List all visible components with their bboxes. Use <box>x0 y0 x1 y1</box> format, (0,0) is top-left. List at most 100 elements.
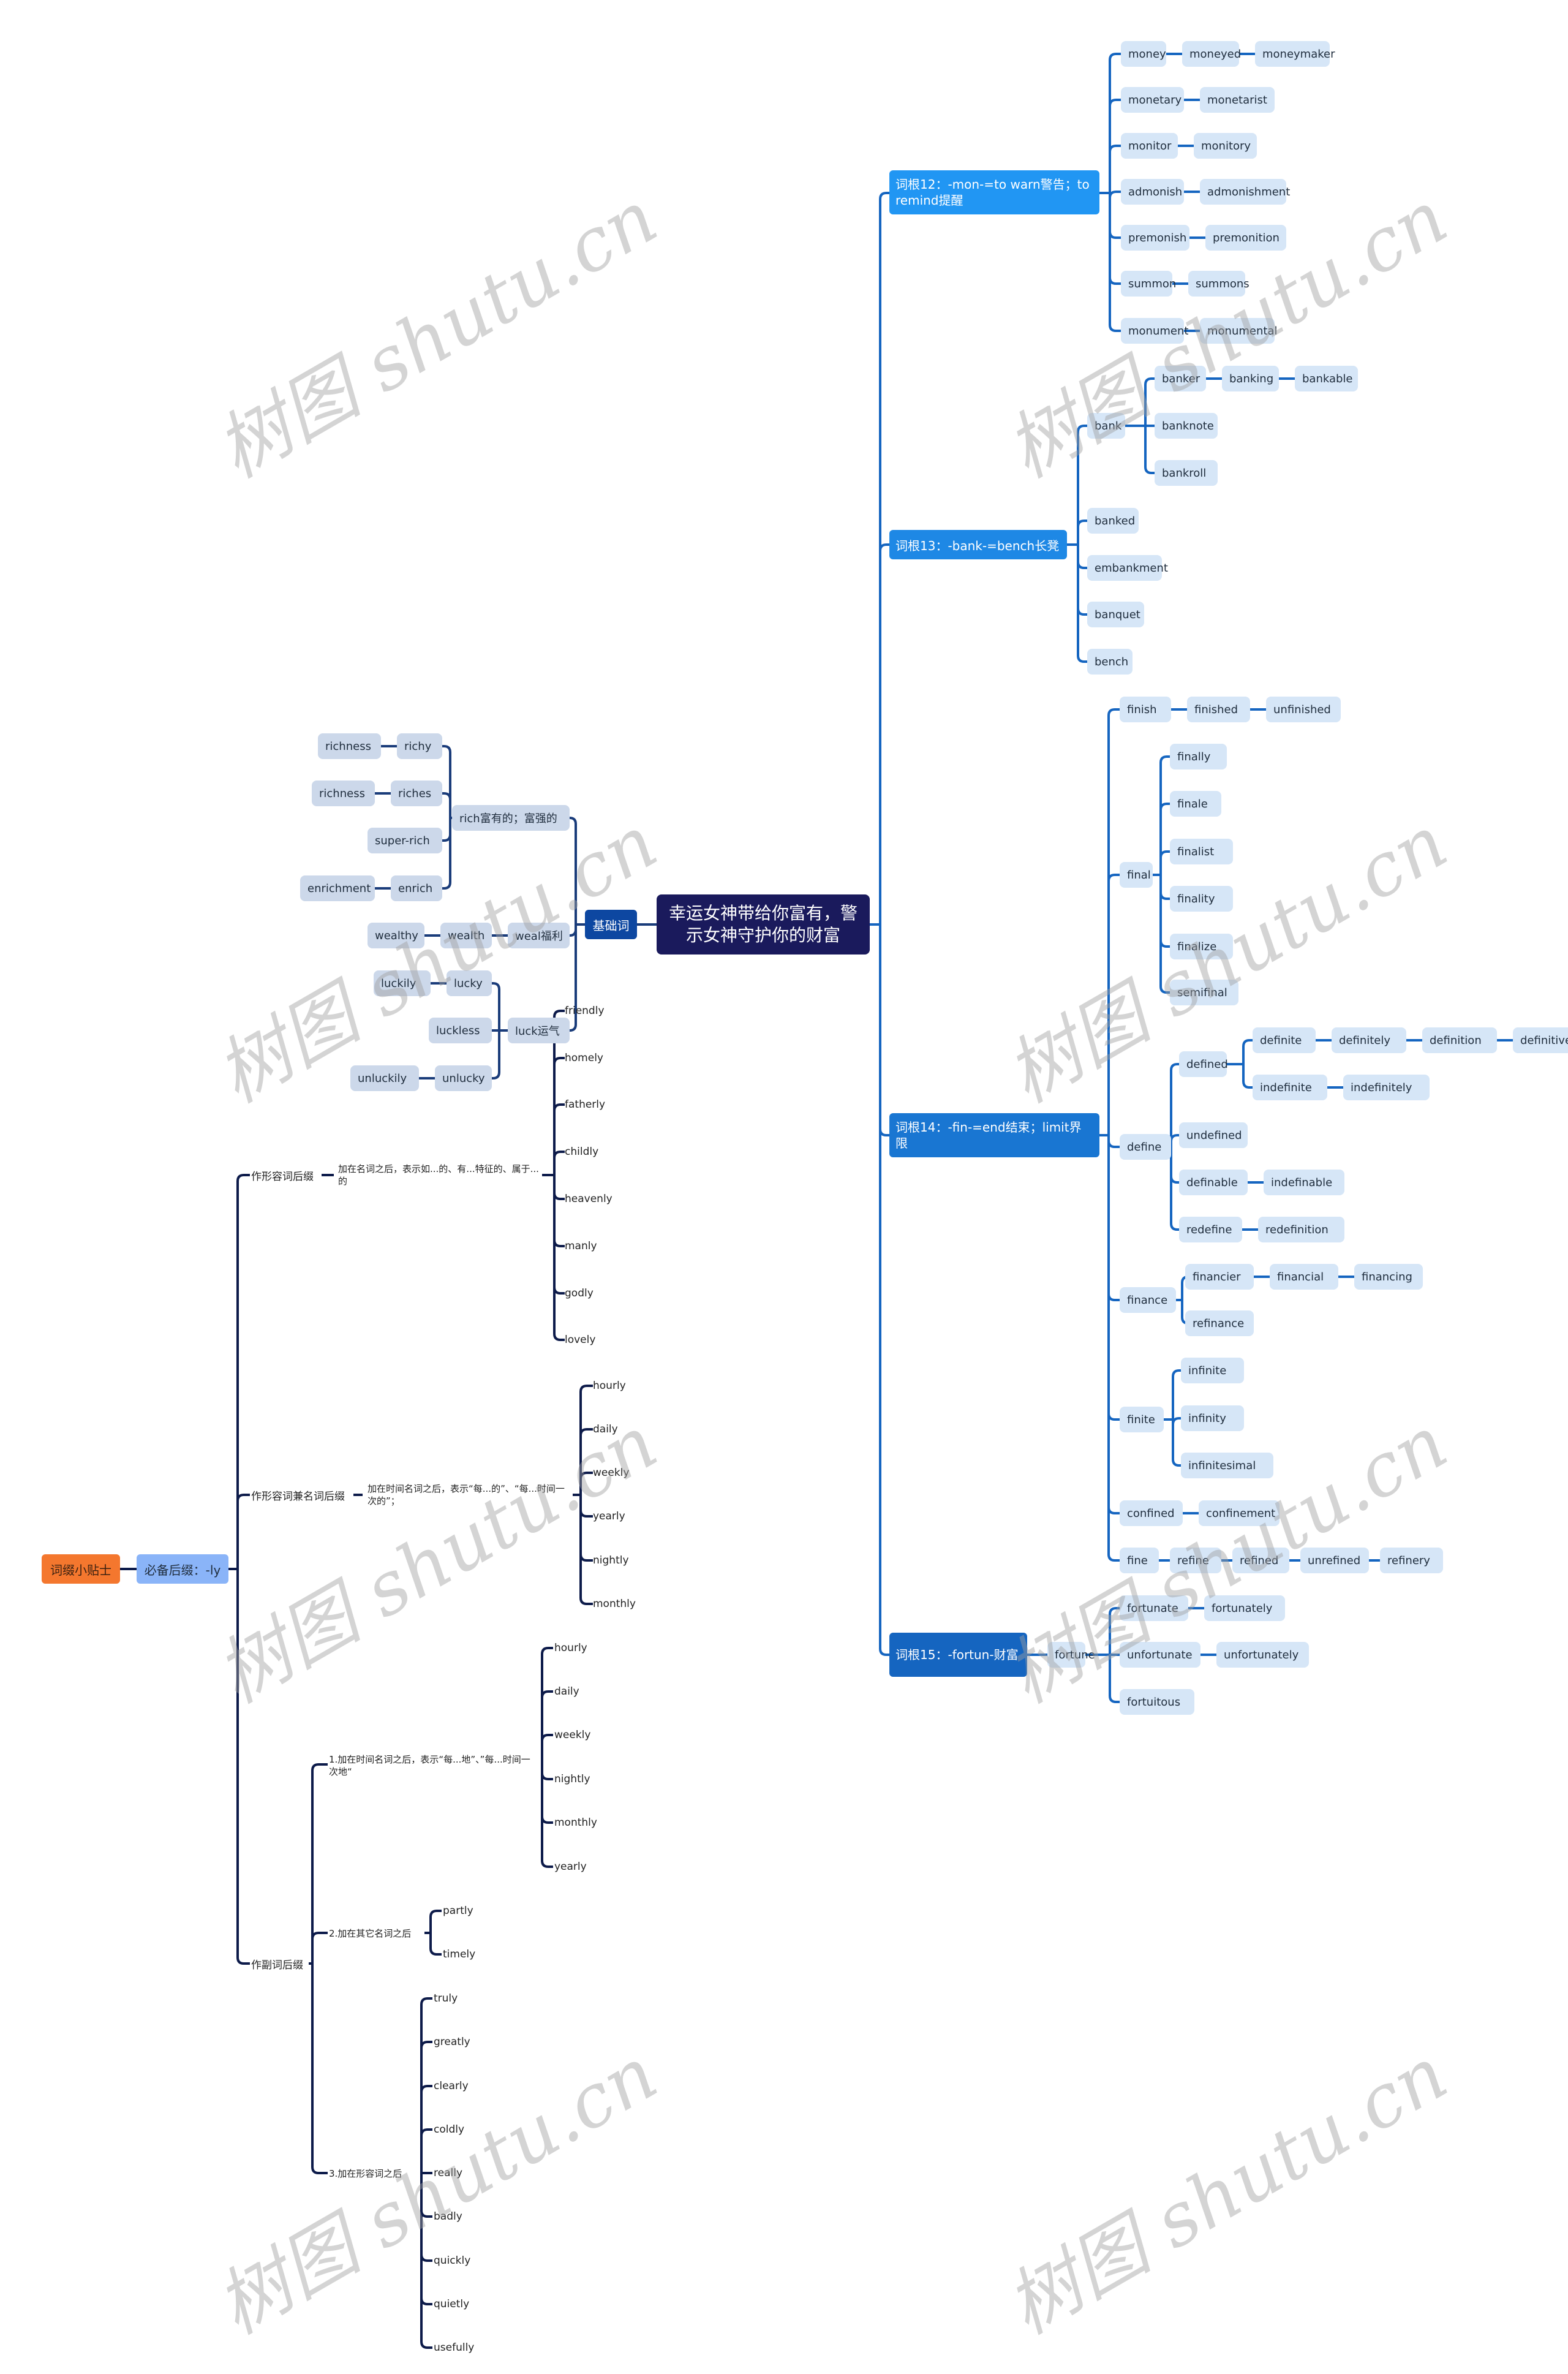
leaf-word[interactable]: unlucky <box>435 1065 492 1091</box>
word-item[interactable]: childly <box>565 1143 606 1161</box>
leaf-word[interactable]: unfortunately <box>1216 1642 1309 1668</box>
leaf-word[interactable]: refinery <box>1380 1548 1443 1573</box>
leaf-word[interactable]: indefinable <box>1264 1170 1344 1195</box>
connector <box>311 1932 328 1964</box>
leaf-word[interactable]: bankable <box>1295 366 1358 391</box>
connector <box>1170 1063 1179 1147</box>
word-item[interactable]: quietly <box>434 2295 475 2313</box>
word-item[interactable]: quickly <box>434 2251 475 2270</box>
leaf-word[interactable]: undefined <box>1179 1122 1248 1148</box>
leaf-word[interactable]: admonishment <box>1200 179 1290 205</box>
leaf-word[interactable]: money <box>1121 41 1166 67</box>
word-item[interactable]: truly <box>434 1989 464 2008</box>
branch-root-13[interactable]: 词根13：-bank-=bench长凳 <box>889 530 1067 559</box>
leaf-word[interactable]: definable <box>1179 1170 1248 1195</box>
word-item[interactable]: monthly <box>593 1595 636 1613</box>
leaf-word[interactable]: infinity <box>1181 1405 1244 1431</box>
suffix-ly-node[interactable]: 必备后缀：-ly <box>137 1554 228 1584</box>
leaf-word[interactable]: defined <box>1179 1051 1228 1077</box>
leaf-word[interactable]: unluckily <box>350 1065 419 1091</box>
leaf-word[interactable]: monetarist <box>1200 87 1275 113</box>
word-item[interactable]: greatly <box>434 2033 475 2051</box>
word-item[interactable]: daily <box>554 1682 584 1701</box>
leaf-word[interactable]: finish <box>1120 697 1171 722</box>
connector <box>1107 1135 1120 1514</box>
leaf-word[interactable]: premonish <box>1121 225 1189 251</box>
leaf-word[interactable]: moneyed <box>1182 41 1241 67</box>
word-item[interactable]: weekly <box>554 1726 590 1744</box>
root-topic[interactable]: 幸运女神带给你富有，警示女神守护你的财富 <box>657 894 870 955</box>
leaf-word[interactable]: refinance <box>1185 1310 1254 1336</box>
category-label[interactable]: 作形容词兼名词后缀 <box>251 1486 349 1504</box>
leaf-word[interactable]: finale <box>1170 791 1221 817</box>
leaf-word[interactable]: banquet <box>1087 602 1144 627</box>
branch-root-14[interactable]: 词根14：-fin-=end结束；limit界限 <box>889 1113 1099 1157</box>
word-item[interactable]: homely <box>565 1049 603 1067</box>
leaf-word[interactable]: definitely <box>1332 1027 1406 1053</box>
leaf-word[interactable]: indefinitely <box>1343 1075 1430 1100</box>
leaf-word[interactable]: super-rich <box>368 828 442 853</box>
word-item[interactable]: nightly <box>593 1551 635 1570</box>
leaf-word[interactable]: monitor <box>1121 133 1178 159</box>
leaf-word[interactable]: riches <box>391 781 442 806</box>
leaf-word[interactable]: monitory <box>1194 133 1257 159</box>
leaf-word[interactable]: finalist <box>1170 839 1233 864</box>
connector <box>879 192 889 924</box>
category-note: 加在名词之后，表示如...的、有...特征的、属于...的 <box>338 1163 539 1187</box>
word-item[interactable]: heavenly <box>565 1190 612 1208</box>
word-item[interactable]: clearly <box>434 2077 475 2095</box>
category-label[interactable]: 作形容词后缀 <box>251 1166 317 1184</box>
leaf-word[interactable]: infinite <box>1181 1358 1244 1383</box>
leaf-word[interactable]: redefinition <box>1258 1217 1344 1242</box>
leaf-word[interactable]: finance <box>1120 1287 1176 1313</box>
leaf-word[interactable]: final <box>1120 862 1153 888</box>
leaf-word[interactable]: finite <box>1120 1407 1164 1432</box>
leaf-word[interactable]: monetary <box>1121 87 1184 113</box>
leaf-word[interactable]: financier <box>1185 1264 1254 1290</box>
word-item[interactable]: fatherly <box>565 1095 612 1114</box>
leaf-word[interactable]: fortuitous <box>1120 1689 1194 1715</box>
leaf-word[interactable]: richy <box>397 733 442 759</box>
leaf-word[interactable]: luckless <box>429 1018 492 1043</box>
word-item[interactable]: lovely <box>565 1331 600 1349</box>
leaf-word[interactable]: financing <box>1354 1264 1423 1290</box>
leaf-word[interactable]: admonish <box>1121 179 1184 205</box>
leaf-word[interactable]: redefine <box>1179 1217 1242 1242</box>
leaf-word[interactable]: moneymaker <box>1255 41 1335 67</box>
connector <box>1159 875 1170 900</box>
leaf-word[interactable]: define <box>1120 1134 1171 1160</box>
word-item[interactable]: hourly <box>554 1639 590 1657</box>
connector <box>1109 193 1121 239</box>
word-item[interactable]: manly <box>565 1237 597 1255</box>
leaf-word[interactable]: bankroll <box>1155 460 1218 486</box>
word-item[interactable]: usefully <box>434 2338 481 2357</box>
leaf-word[interactable]: finished <box>1187 697 1250 722</box>
connector <box>1109 193 1121 332</box>
leaf-word[interactable]: embankment <box>1087 555 1168 581</box>
leaf-word[interactable]: enrichment <box>300 875 375 901</box>
mindmap-canvas: 幸运女神带给你富有，警示女神守护你的财富 词根12：-mon-=to warn警… <box>0 0 1568 2374</box>
word-item[interactable]: monthly <box>554 1813 597 1832</box>
word-item[interactable]: nightly <box>554 1770 596 1788</box>
word-item[interactable]: timely <box>443 1945 478 1964</box>
word-item[interactable]: friendly <box>565 1002 612 1020</box>
leaf-word[interactable]: financial <box>1270 1264 1338 1290</box>
word-item[interactable]: godly <box>565 1284 595 1302</box>
category-label[interactable]: 作副词后缀 <box>251 1954 306 1973</box>
tip-node[interactable]: 词缀小贴士 <box>42 1554 120 1584</box>
leaf-word[interactable]: banked <box>1087 508 1139 534</box>
leaf-word[interactable]: bench <box>1087 649 1133 675</box>
leaf-word[interactable]: definition <box>1422 1027 1497 1053</box>
leaf-word[interactable]: richness <box>318 733 381 759</box>
leaf-word[interactable]: richness <box>312 781 375 806</box>
branch-root-12[interactable]: 词根12：-mon-=to warn警告；to remind提醒 <box>889 170 1099 214</box>
leaf-word[interactable]: definitive <box>1513 1027 1568 1053</box>
leaf-word[interactable]: luck运气 <box>508 1018 570 1043</box>
leaf-word[interactable]: summon <box>1121 271 1176 297</box>
word-item[interactable]: partly <box>443 1902 478 1920</box>
leaf-word[interactable]: indefinite <box>1253 1075 1327 1100</box>
leaf-word[interactable]: unfinished <box>1266 697 1341 722</box>
leaf-word[interactable]: finally <box>1170 744 1227 769</box>
word-item[interactable]: yearly <box>554 1858 590 1876</box>
leaf-word[interactable]: definite <box>1253 1027 1316 1053</box>
